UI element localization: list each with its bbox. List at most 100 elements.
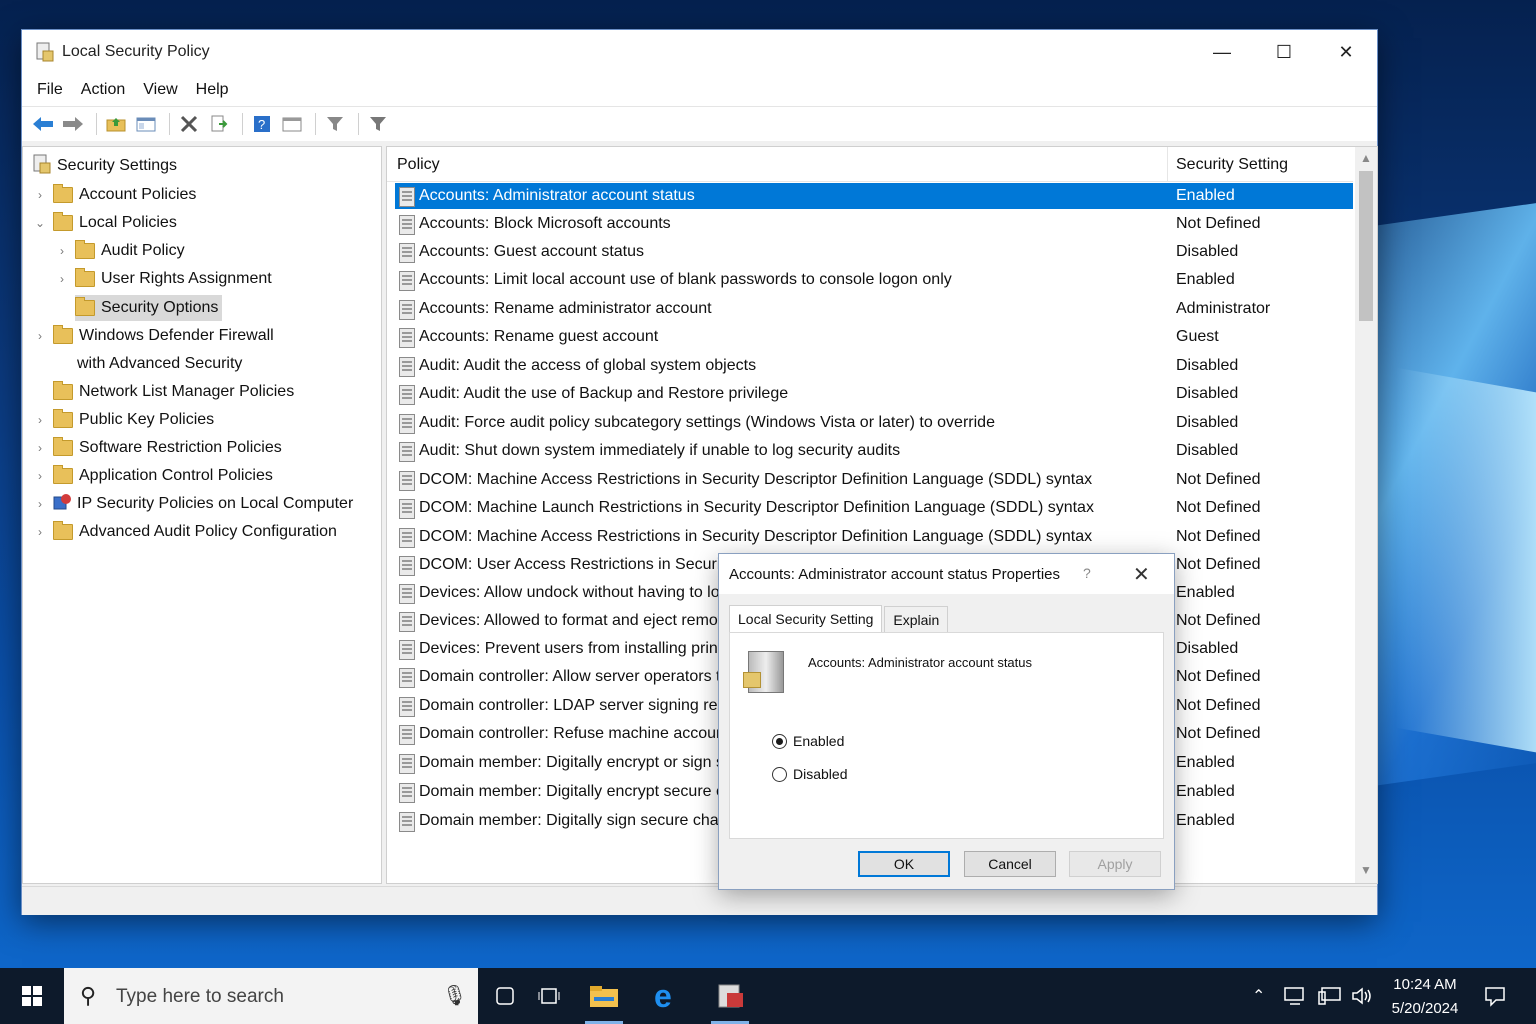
cancel-button[interactable]: Cancel xyxy=(964,851,1056,877)
dialog-close-button[interactable]: ✕ xyxy=(1133,562,1150,587)
microphone-icon[interactable]: 🎙 xyxy=(442,983,467,1008)
column-header-security-setting[interactable]: Security Setting xyxy=(1176,156,1288,174)
tree-item-advanced-audit-policy[interactable]: › Advanced Audit Policy Configuration xyxy=(33,519,337,545)
menu-file[interactable]: File xyxy=(28,81,72,99)
radio-disabled[interactable]: Disabled xyxy=(772,766,847,782)
table-row[interactable]: DCOM: Machine Access Restrictions in Sec… xyxy=(395,524,1353,550)
apply-button[interactable]: Apply xyxy=(1069,851,1161,877)
chevron-right-icon[interactable]: › xyxy=(33,525,47,539)
chevron-right-icon[interactable]: › xyxy=(55,272,69,286)
file-explorer-icon[interactable] xyxy=(577,968,631,1024)
table-row[interactable]: Audit: Audit the use of Backup and Resto… xyxy=(395,381,1353,407)
tree-item-ip-security-policies[interactable]: › IP Security Policies on Local Computer xyxy=(33,491,353,517)
table-row[interactable]: Audit: Audit the access of global system… xyxy=(395,353,1353,379)
show-hidden-icons[interactable]: ⌃ xyxy=(1252,968,1265,1024)
tree-item-account-policies[interactable]: › Account Policies xyxy=(33,182,196,208)
title-bar[interactable]: Local Security Policy — ☐ ✕ xyxy=(22,30,1377,74)
radio-unselected-icon[interactable] xyxy=(772,766,787,782)
radio-selected-icon[interactable] xyxy=(772,733,787,749)
policy-item-icon xyxy=(399,442,415,462)
properties-dialog: Accounts: Administrator account status P… xyxy=(719,554,1174,889)
tree-item-security-options[interactable]: Security Options xyxy=(75,295,223,321)
tree-item-audit-policy[interactable]: › Audit Policy xyxy=(55,238,185,264)
security-setting-cell: Enabled xyxy=(1176,812,1235,829)
volume-icon[interactable] xyxy=(1351,968,1373,1024)
chevron-right-icon[interactable]: › xyxy=(33,188,47,202)
table-row[interactable]: Audit: Force audit policy subcategory se… xyxy=(395,410,1353,436)
table-row[interactable]: Audit: Shut down system immediately if u… xyxy=(395,438,1353,464)
tree-item-software-restriction-policies[interactable]: › Software Restriction Policies xyxy=(33,435,282,461)
table-row[interactable]: Accounts: Limit local account use of bla… xyxy=(395,267,1353,293)
filter-off-icon[interactable] xyxy=(365,112,391,136)
delete-icon[interactable] xyxy=(176,112,202,136)
table-row[interactable]: Accounts: Guest account status Disabled xyxy=(395,239,1353,265)
tree-item-label-continued[interactable]: with Advanced Security xyxy=(77,351,242,377)
ok-button[interactable]: OK xyxy=(858,851,950,877)
table-row[interactable]: Accounts: Rename guest account Guest xyxy=(395,324,1353,350)
tab-local-security-setting[interactable]: Local Security Setting xyxy=(729,605,883,633)
tree-item-label: Public Key Policies xyxy=(79,411,215,428)
show-hide-console-tree-icon[interactable] xyxy=(133,112,159,136)
dialog-title-bar[interactable]: Accounts: Administrator account status P… xyxy=(719,554,1174,594)
clock[interactable]: 10:24 AM 5/20/2024 xyxy=(1380,973,1470,1021)
up-folder-icon[interactable] xyxy=(103,112,129,136)
forward-arrow-icon[interactable] xyxy=(60,112,86,136)
scroll-down-icon[interactable]: ▼ xyxy=(1355,863,1377,877)
help-icon[interactable]: ? xyxy=(249,112,275,136)
policy-name-cell: Accounts: Guest account status xyxy=(419,243,645,260)
menu-action[interactable]: Action xyxy=(72,81,134,99)
search-box[interactable]: ⚲ Type here to search 🎙 xyxy=(64,968,478,1024)
menu-view[interactable]: View xyxy=(134,81,186,99)
chevron-right-icon[interactable]: › xyxy=(33,441,47,455)
table-row[interactable]: DCOM: Machine Launch Restrictions in Sec… xyxy=(395,495,1353,521)
properties-icon[interactable] xyxy=(279,112,305,136)
scrollbar-thumb[interactable] xyxy=(1359,171,1373,321)
tree-item-network-list-manager[interactable]: Network List Manager Policies xyxy=(53,379,294,405)
policy-name-cell: Audit: Audit the access of global system… xyxy=(419,357,757,374)
action-center-icon[interactable] xyxy=(1484,968,1506,1024)
chevron-down-icon[interactable]: ⌄ xyxy=(33,216,47,230)
menu-help[interactable]: Help xyxy=(187,81,238,99)
policy-item-icon xyxy=(399,215,415,235)
network-icon[interactable] xyxy=(1284,968,1306,1024)
table-row[interactable]: Accounts: Block Microsoft accounts Not De… xyxy=(395,211,1353,237)
maximize-button[interactable]: ☐ xyxy=(1253,30,1315,74)
tree-root-security-settings[interactable]: Security Settings xyxy=(33,153,177,179)
security-settings-icon xyxy=(33,154,51,179)
task-view-icon[interactable] xyxy=(522,968,576,1024)
local-security-policy-taskbar-icon[interactable] xyxy=(703,968,757,1024)
filter-icon[interactable] xyxy=(322,112,348,136)
tree-item-local-policies[interactable]: ⌄ Local Policies xyxy=(33,210,177,236)
chevron-right-icon[interactable]: › xyxy=(33,469,47,483)
minimize-button[interactable]: — xyxy=(1191,30,1253,74)
tree-item-label: Advanced Audit Policy Configuration xyxy=(79,523,337,540)
export-list-icon[interactable] xyxy=(206,112,232,136)
tab-explain[interactable]: Explain xyxy=(884,606,949,632)
table-row[interactable]: DCOM: Machine Access Restrictions in Sec… xyxy=(395,467,1353,493)
chevron-right-icon[interactable]: › xyxy=(55,244,69,258)
column-header-policy[interactable]: Policy xyxy=(397,156,440,174)
radio-enabled[interactable]: Enabled xyxy=(772,733,844,749)
table-row[interactable]: Accounts: Rename administrator account Ad… xyxy=(395,296,1353,322)
security-setting-cell: Disabled xyxy=(1176,640,1239,657)
vertical-scrollbar[interactable]: ▲ ▼ xyxy=(1355,147,1377,883)
chevron-right-icon[interactable]: › xyxy=(33,413,47,427)
folder-icon xyxy=(53,437,73,456)
policy-item-icon xyxy=(399,471,415,491)
help-button[interactable]: ? xyxy=(1083,565,1091,581)
start-button[interactable] xyxy=(0,968,64,1024)
tree-item-user-rights-assignment[interactable]: › User Rights Assignment xyxy=(55,266,272,292)
chevron-right-icon[interactable]: › xyxy=(33,497,47,511)
chevron-right-icon[interactable]: › xyxy=(33,329,47,343)
policy-name-cell: Devices: Allow undock without having to … xyxy=(419,584,729,601)
back-arrow-icon[interactable] xyxy=(30,112,56,136)
tree-item-public-key-policies[interactable]: › Public Key Policies xyxy=(33,407,214,433)
scroll-up-icon[interactable]: ▲ xyxy=(1355,151,1377,165)
security-setting-cell: Not Defined xyxy=(1176,612,1261,629)
edge-browser-icon[interactable]: e xyxy=(640,968,694,1024)
tree-item-windows-defender-firewall[interactable]: › Windows Defender Firewall xyxy=(33,323,274,349)
close-button[interactable]: ✕ xyxy=(1315,30,1377,74)
table-row[interactable]: Accounts: Administrator account status En… xyxy=(395,183,1353,209)
tree-item-application-control-policies[interactable]: › Application Control Policies xyxy=(33,463,273,489)
display-icon[interactable] xyxy=(1318,968,1342,1024)
